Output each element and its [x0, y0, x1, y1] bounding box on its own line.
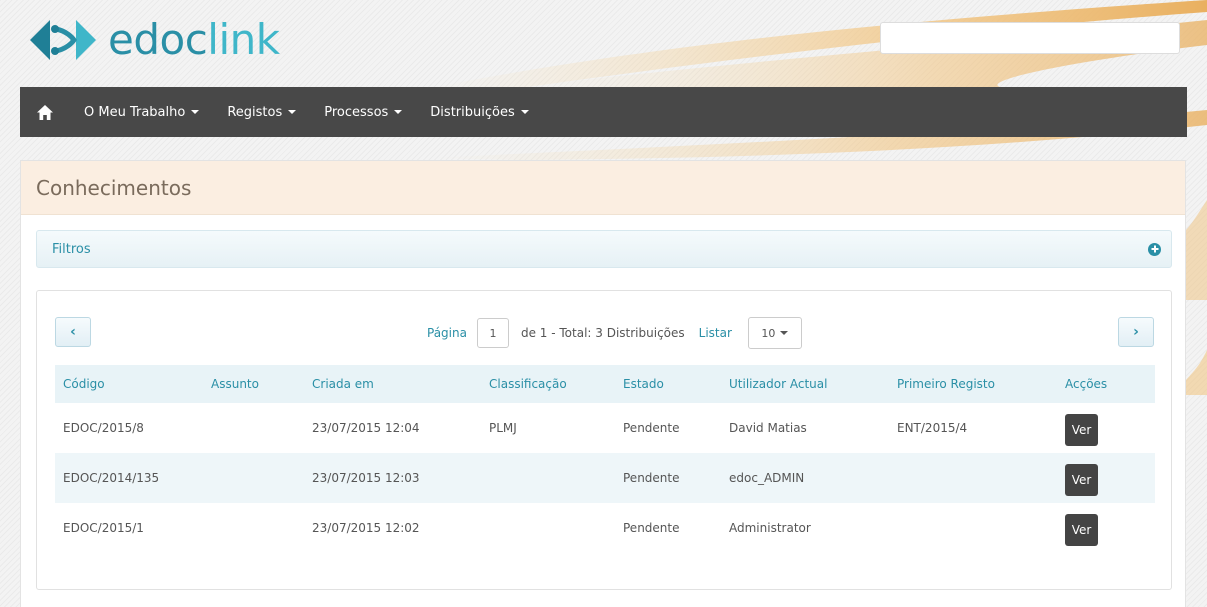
classificacao-cell — [481, 453, 615, 503]
list-label: Listar — [698, 326, 732, 340]
ver-button[interactable]: Ver — [1065, 464, 1098, 496]
brand-name: edoclink — [108, 19, 280, 61]
search-input[interactable] — [880, 22, 1180, 54]
brand-name-part-2: link — [207, 15, 280, 64]
page-size-value: 10 — [761, 326, 776, 340]
previous-page-button[interactable]: ‹ — [55, 317, 91, 347]
primeiro-registo-link[interactable] — [889, 503, 1057, 553]
results-box: ‹ Página de 1 - Total: 3 Distribuições L… — [36, 290, 1172, 590]
utilizador-cell: David Matias — [729, 421, 807, 435]
accoes-cell: Ver — [1057, 503, 1155, 553]
nav-item-distribuicoes[interactable]: Distribuições — [416, 87, 542, 137]
pagination: Página de 1 - Total: 3 Distribuições Lis… — [427, 317, 802, 349]
column-header[interactable]: Utilizador Actual — [721, 365, 889, 403]
column-header[interactable]: Criada em — [304, 365, 481, 403]
table-header-row: Código Assunto Criada em Classificação E… — [55, 365, 1155, 403]
table-row: EDOC/2015/1 23/07/2015 12:02 Pendente Ad… — [55, 503, 1155, 553]
primeiro-registo-link[interactable] — [889, 453, 1057, 503]
page-size-select[interactable]: 10 — [747, 317, 802, 349]
results-table: Código Assunto Criada em Classificação E… — [55, 365, 1155, 553]
ver-button[interactable]: Ver — [1065, 514, 1098, 546]
column-header[interactable]: Código — [55, 365, 203, 403]
edoclink-logo[interactable]: edoclink — [28, 10, 280, 70]
assunto-cell — [203, 453, 304, 503]
logo-mark-icon — [30, 20, 96, 60]
assunto-cell — [203, 503, 304, 553]
next-page-button[interactable]: › — [1118, 317, 1154, 347]
ver-button[interactable]: Ver — [1065, 414, 1098, 446]
classificacao-cell — [481, 503, 615, 553]
criada-em-cell: 23/07/2015 12:02 — [312, 521, 420, 535]
estado-cell: Pendente — [623, 521, 680, 535]
codigo-link[interactable]: EDOC/2014/135 — [55, 453, 203, 503]
filters-bar[interactable]: Filtros — [36, 230, 1172, 268]
column-header[interactable]: Estado — [615, 365, 721, 403]
caret-down-icon — [288, 110, 297, 114]
column-header[interactable]: Classificação — [481, 365, 615, 403]
home-icon — [37, 104, 53, 120]
chevron-right-icon: › — [1133, 324, 1139, 340]
estado-cell: Pendente — [623, 421, 680, 435]
page-title: Conhecimentos — [21, 161, 1185, 215]
nav-item-label: Registos — [227, 104, 283, 120]
column-header[interactable]: Assunto — [203, 365, 304, 403]
estado-cell: Pendente — [615, 453, 721, 503]
caret-down-icon — [394, 110, 403, 114]
nav-home-button[interactable] — [20, 87, 70, 137]
primeiro-registo-link[interactable]: ENT/2015/4 — [889, 403, 1057, 453]
nav-item-processos[interactable]: Processos — [310, 87, 416, 137]
page-number-input[interactable] — [476, 318, 509, 348]
main-navbar: O Meu Trabalho Registos Processos Distri… — [20, 87, 1187, 137]
nav-item-o-meu-trabalho[interactable]: O Meu Trabalho — [70, 87, 213, 137]
criada-em-cell: 23/07/2015 12:03 — [304, 453, 481, 503]
nav-item-label: Processos — [324, 104, 389, 120]
criada-em-cell: 23/07/2015 12:04 — [312, 421, 420, 435]
caret-down-icon — [780, 331, 789, 335]
codigo-link[interactable]: EDOC/2015/1 — [55, 503, 203, 553]
utilizador-cell: edoc_ADMIN — [721, 453, 889, 503]
assunto-cell — [203, 403, 304, 453]
nav-item-label: O Meu Trabalho — [84, 104, 186, 120]
chevron-left-icon: ‹ — [70, 324, 76, 340]
table-row: EDOC/2015/8 23/07/2015 12:04 PLMJ Penden… — [55, 403, 1155, 453]
filters-label: Filtros — [52, 241, 91, 257]
total-text: de 1 - Total: 3 Distribuições — [520, 326, 685, 340]
brand-name-part-1: edoc — [108, 15, 208, 64]
table-row: EDOC/2014/135 23/07/2015 12:03 Pendente … — [55, 453, 1155, 503]
column-header[interactable]: Primeiro Registo — [889, 365, 1057, 403]
expand-filters-icon[interactable] — [1148, 242, 1161, 256]
caret-down-icon — [191, 110, 200, 114]
classificacao-cell: PLMJ — [489, 421, 517, 435]
codigo-link[interactable]: EDOC/2015/8 — [55, 403, 203, 453]
nav-item-label: Distribuições — [430, 104, 515, 120]
accoes-cell: Ver — [1057, 403, 1155, 453]
caret-down-icon — [520, 110, 529, 114]
page-label: Página — [427, 326, 467, 340]
accoes-cell: Ver — [1057, 453, 1155, 503]
nav-item-registos[interactable]: Registos — [213, 87, 310, 137]
column-header: Acções — [1057, 365, 1155, 403]
main-panel: Conhecimentos Filtros ‹ Página de 1 - To… — [20, 160, 1186, 607]
utilizador-cell: Administrator — [729, 521, 811, 535]
